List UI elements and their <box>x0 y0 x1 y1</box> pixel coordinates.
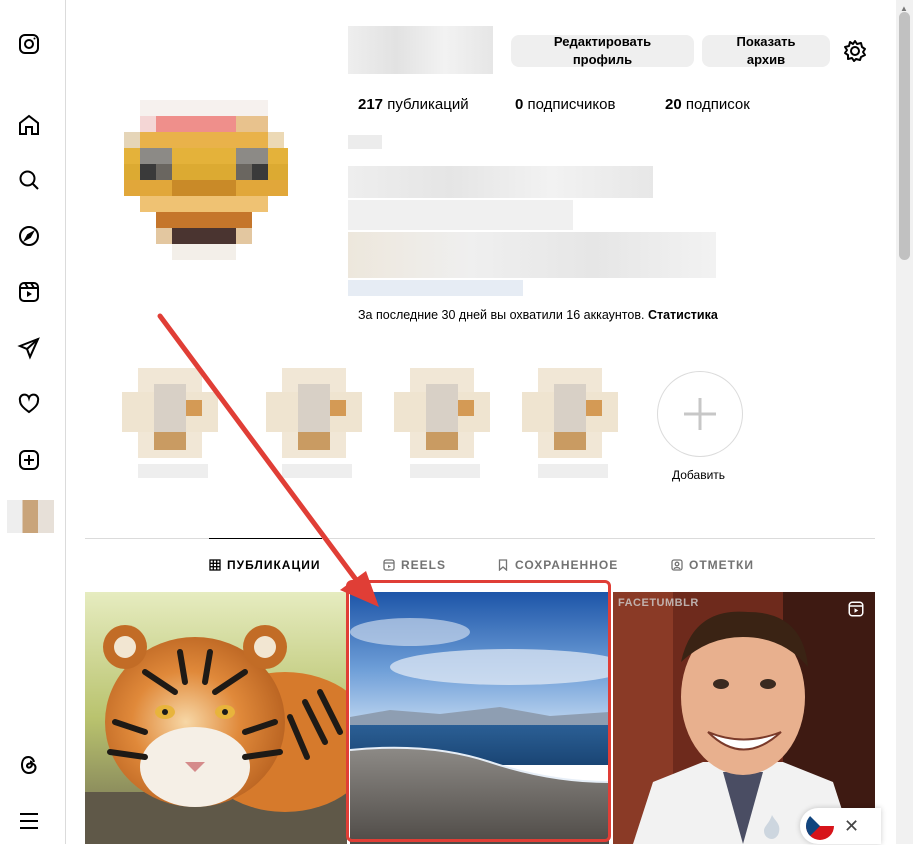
plus-icon <box>684 398 716 430</box>
followers-stat[interactable]: 0 подписчиков <box>515 96 615 113</box>
language-widget[interactable]: ✕ <box>800 808 881 844</box>
profile-avatar-mini[interactable] <box>7 500 54 533</box>
post-man-smiling[interactable]: FACETUMBLR <box>613 592 875 844</box>
settings-gear-icon[interactable] <box>843 39 867 63</box>
tab-saved[interactable]: СОХРАНЕННОЕ <box>497 558 618 572</box>
czech-flag-icon[interactable] <box>806 812 834 840</box>
grid-icon <box>209 559 221 571</box>
archive-label: Показать архив <box>736 34 796 67</box>
tab-tagged[interactable]: ОТМЕТКИ <box>671 558 754 572</box>
highlight-item[interactable] <box>122 368 218 458</box>
close-icon[interactable]: ✕ <box>844 816 859 837</box>
annotation-highlight-box <box>346 580 611 842</box>
post-tiger[interactable] <box>85 592 347 844</box>
bio-blurred <box>348 166 653 198</box>
add-highlight-button[interactable] <box>657 371 743 457</box>
sidebar <box>0 0 66 844</box>
tabs-divider <box>85 538 875 539</box>
reel-indicator-icon <box>847 600 865 623</box>
page-scrollbar[interactable]: ▲ <box>896 0 913 844</box>
show-archive-button[interactable]: Показать архив <box>702 34 830 67</box>
following-label: подписок <box>685 96 750 113</box>
flame-icon <box>760 814 784 845</box>
username-blurred <box>348 26 493 74</box>
tagged-icon <box>671 559 683 571</box>
following-count: 20 <box>665 96 682 113</box>
bio-link-blurred <box>348 280 523 296</box>
tab-saved-label: СОХРАНЕННОЕ <box>515 558 619 572</box>
highlight-name-blurred <box>282 464 352 478</box>
highlight-item[interactable] <box>394 368 490 458</box>
posts-stat: 217 публикаций <box>358 96 469 113</box>
threads-icon[interactable] <box>16 752 42 778</box>
statistics-link[interactable]: Статистика <box>648 308 718 322</box>
messages-icon[interactable] <box>16 335 42 361</box>
reach-info: За последние 30 дней вы охватили 16 акка… <box>358 308 718 322</box>
scrollbar-thumb[interactable] <box>899 12 910 260</box>
highlight-name-blurred <box>538 464 608 478</box>
reach-text: За последние 30 дней вы охватили 16 акка… <box>358 308 645 322</box>
followers-label: подписчиков <box>527 96 616 113</box>
notifications-icon[interactable] <box>16 391 42 417</box>
post-watermark: FACETUMBLR <box>618 597 699 609</box>
instagram-icon[interactable] <box>16 31 42 57</box>
reels-icon[interactable] <box>16 279 42 305</box>
highlight-item[interactable] <box>522 368 618 458</box>
tab-tagged-label: ОТМЕТКИ <box>689 558 754 572</box>
bio-line-blurred <box>348 200 573 230</box>
highlight-item[interactable] <box>266 368 362 458</box>
explore-icon[interactable] <box>16 223 42 249</box>
active-tab-indicator <box>209 538 322 539</box>
posts-label: публикаций <box>387 96 469 113</box>
home-icon[interactable] <box>16 112 42 138</box>
reels-icon <box>383 559 395 571</box>
tab-reels[interactable]: REELS <box>383 558 446 572</box>
edit-profile-label: Редактировать профиль <box>553 34 652 67</box>
tab-posts[interactable]: ПУБЛИКАЦИИ <box>209 558 320 572</box>
edit-profile-button[interactable]: Редактировать профиль <box>511 34 694 67</box>
tab-reels-label: REELS <box>401 558 447 572</box>
following-stat[interactable]: 20 подписок <box>665 96 750 113</box>
posts-count: 217 <box>358 96 384 113</box>
bio-line2-blurred <box>348 232 716 278</box>
bookmark-icon <box>498 559 508 571</box>
profile-avatar[interactable] <box>124 100 288 260</box>
tab-posts-label: ПУБЛИКАЦИИ <box>227 558 321 572</box>
add-highlight-label: Добавить <box>672 468 726 482</box>
followers-count: 0 <box>515 96 524 113</box>
full-name-blurred <box>348 135 382 149</box>
highlight-name-blurred <box>410 464 480 478</box>
highlight-name-blurred <box>138 464 208 478</box>
menu-icon[interactable] <box>16 808 42 834</box>
create-icon[interactable] <box>16 447 42 473</box>
search-icon[interactable] <box>16 167 42 193</box>
